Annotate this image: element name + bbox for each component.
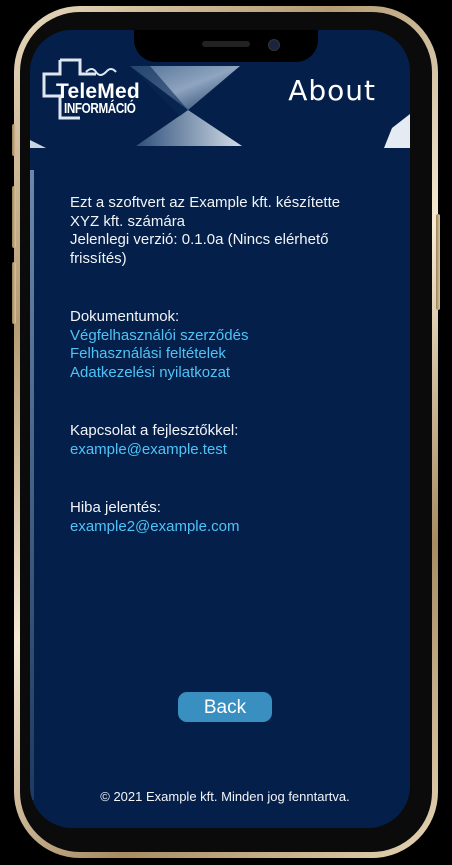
volume-down-button	[12, 262, 16, 324]
app-screen: TeleMed INFORMÁCIÓ About Ezt a szoftvert…	[30, 30, 410, 828]
telemed-logo: TeleMed INFORMÁCIÓ	[40, 58, 144, 122]
bug-report-section: Hiba jelentés: example2@example.com	[70, 499, 239, 536]
left-edge-highlight	[30, 170, 34, 800]
mute-switch	[12, 124, 16, 156]
front-camera	[268, 39, 280, 51]
intro-section: Ezt a szoftvert az Example kft. készítet…	[70, 194, 340, 268]
contact-heading: Kapcsolat a fejlesztőkkel:	[70, 422, 239, 439]
copyright-footer: © 2021 Example kft. Minden jog fenntartv…	[100, 789, 350, 804]
speaker-grille	[202, 41, 250, 47]
back-button[interactable]: Back	[178, 692, 272, 722]
intro-line: XYZ kft. számára	[70, 212, 186, 230]
contact-section: Kapcsolat a fejlesztőkkel: example@examp…	[70, 422, 238, 459]
privacy-policy-link[interactable]: Adatkezelési nyilatkozat	[70, 364, 248, 383]
logo-subtitle: INFORMÁCIÓ	[64, 100, 136, 117]
eula-link[interactable]: Végfelhasználói szerződés	[70, 327, 248, 346]
documents-heading: Dokumentumok:	[70, 308, 180, 325]
device-notch	[134, 30, 318, 62]
documents-section: Dokumentumok: Végfelhasználói szerződés …	[70, 308, 248, 382]
terms-of-use-link[interactable]: Felhasználási feltételek	[70, 345, 248, 364]
power-button	[436, 214, 440, 310]
developer-email-link[interactable]: example@example.test	[70, 441, 238, 460]
page-title: About	[288, 74, 376, 107]
bug-report-heading: Hiba jelentés:	[70, 499, 161, 516]
bug-report-email-link[interactable]: example2@example.com	[70, 518, 239, 537]
version-line: Jelenlegi verzió: 0.1.0a (Nincs elérhető	[70, 231, 329, 248]
intro-line: Ezt a szoftvert az Example kft. készítet…	[70, 194, 341, 211]
version-line: frissítés)	[70, 249, 127, 267]
volume-up-button	[12, 186, 16, 248]
